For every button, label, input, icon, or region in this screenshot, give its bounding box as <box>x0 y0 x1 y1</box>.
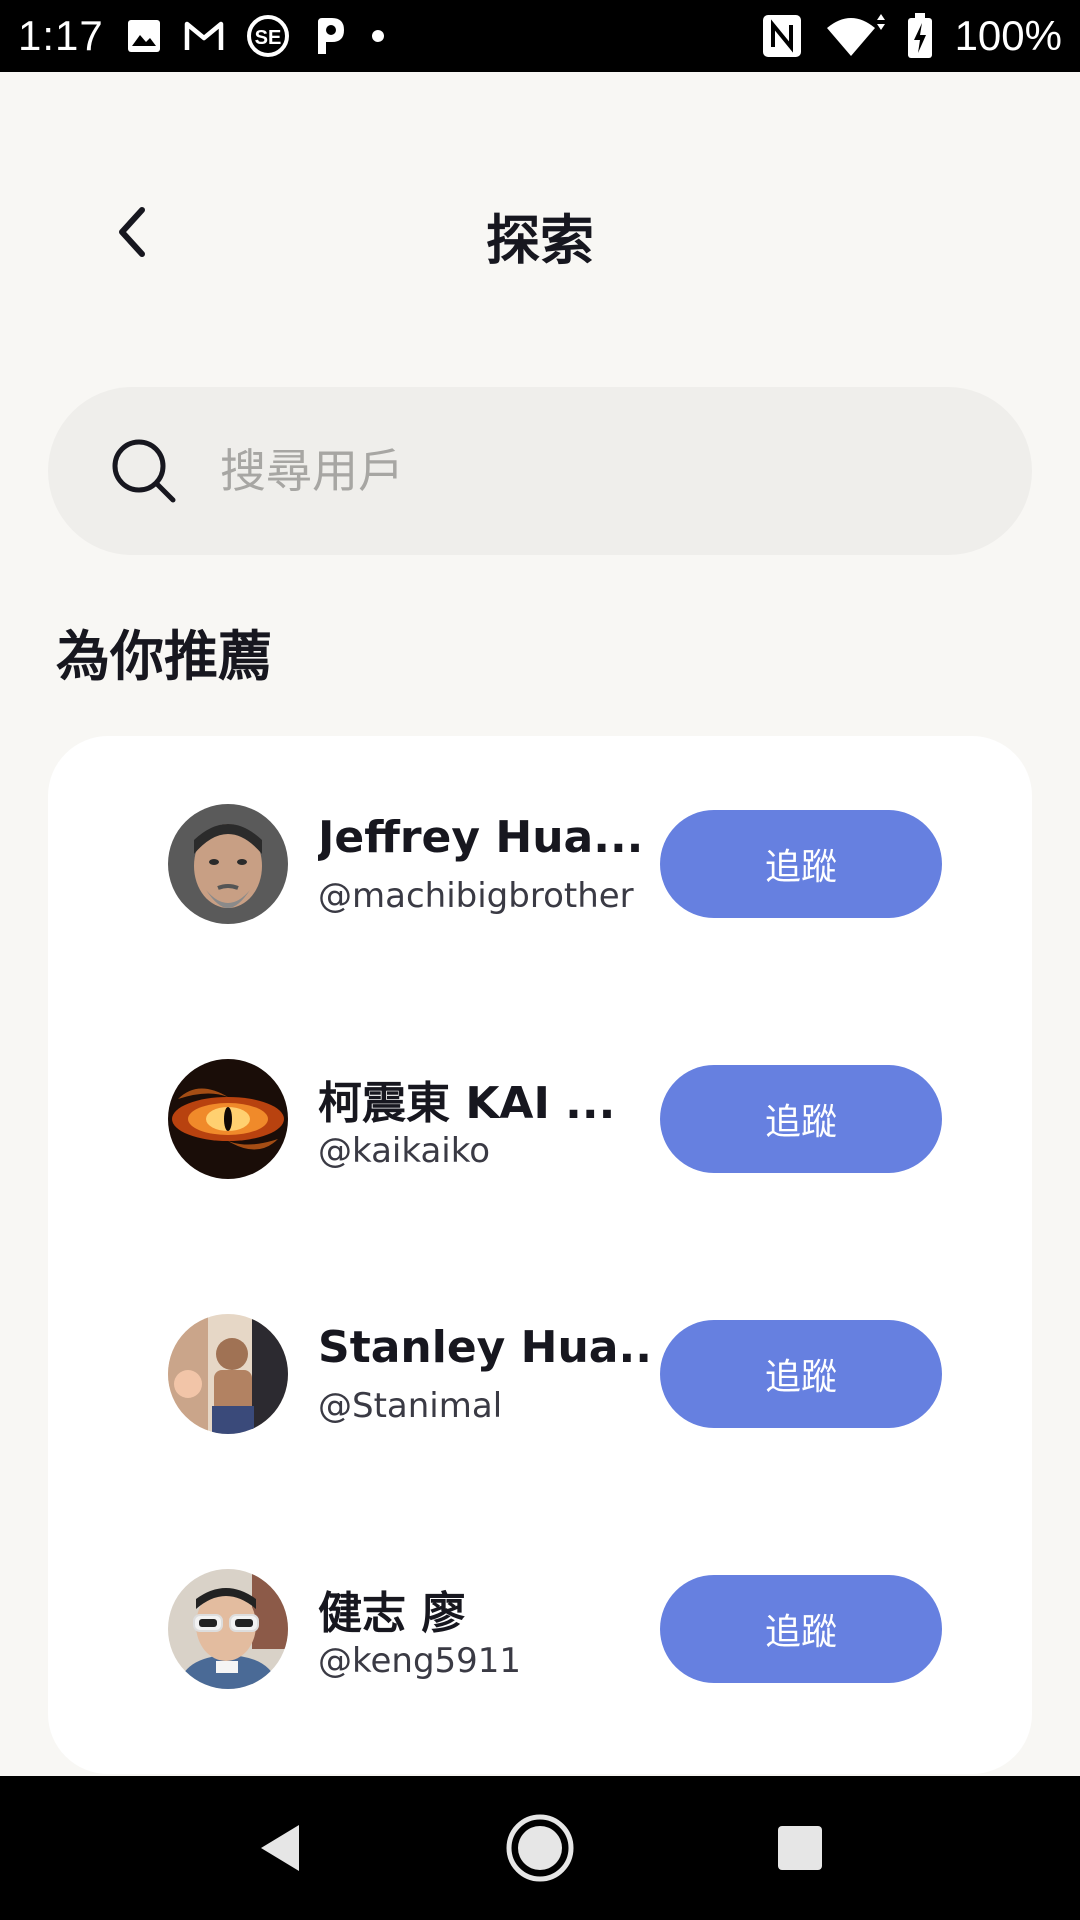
header: 探索 <box>0 150 1080 310</box>
avatar-sunglasses-image <box>168 1569 288 1689</box>
status-bar: 1:17 SE 100% <box>0 0 1080 72</box>
search-icon <box>106 433 182 509</box>
p-icon <box>312 16 348 56</box>
list-item[interactable]: 健志 廖 @keng5911 追蹤 <box>48 1549 1032 1709</box>
user-name: Stanley Hua... <box>318 1322 648 1373</box>
circle-home-icon <box>506 1814 574 1882</box>
sf-icon: SE <box>246 14 290 58</box>
avatar[interactable] <box>168 1314 288 1434</box>
follow-button[interactable]: 追蹤 <box>660 1065 942 1173</box>
nav-back-button[interactable] <box>235 1803 325 1893</box>
follow-button[interactable]: 追蹤 <box>660 1320 942 1428</box>
user-handle: @Stanimal <box>318 1386 503 1426</box>
nav-recents-button[interactable] <box>755 1803 845 1893</box>
search-input[interactable] <box>220 387 1032 555</box>
svg-text:SE: SE <box>254 27 281 49</box>
user-name: Jeffrey Hua... <box>318 812 644 863</box>
follow-button[interactable]: 追蹤 <box>660 1575 942 1683</box>
user-handle: @machibigbrother <box>318 876 634 916</box>
status-time: 1:17 <box>18 12 104 59</box>
wifi-icon <box>825 14 885 58</box>
system-nav-bar <box>0 1776 1080 1920</box>
gmail-icon <box>184 20 224 52</box>
user-name: 柯震東 KAI ... <box>318 1078 616 1129</box>
status-left: 1:17 SE <box>18 12 386 60</box>
user-handle: @keng5911 <box>318 1641 522 1681</box>
list-item[interactable]: Stanley Hua... @Stanimal 追蹤 <box>48 1294 1032 1454</box>
user-handle: @kaikaiko <box>318 1131 491 1171</box>
avatar-photo-child-image <box>168 1314 288 1434</box>
section-title: 為你推薦 <box>56 625 272 688</box>
avatar-fire-eye-image <box>168 1059 288 1179</box>
avatar-man-beard-image <box>168 804 288 924</box>
avatar[interactable] <box>168 1569 288 1689</box>
triangle-back-icon <box>261 1825 299 1871</box>
follow-button[interactable]: 追蹤 <box>660 810 942 918</box>
page-title: 探索 <box>486 209 594 272</box>
battery-icon <box>907 13 933 59</box>
list-item[interactable]: 柯震東 KAI ... @kaikaiko 追蹤 <box>48 1039 1032 1199</box>
search-bar[interactable] <box>48 387 1032 555</box>
dot-icon <box>370 28 386 44</box>
recommendation-card: Jeffrey Hua... @machibigbrother 追蹤 柯震東 K… <box>48 736 1032 1774</box>
square-recents-icon <box>778 1826 822 1870</box>
status-right: 100% <box>761 12 1062 60</box>
image-icon <box>126 18 162 54</box>
nav-home-button[interactable] <box>495 1803 585 1893</box>
nfc-icon <box>761 13 803 59</box>
avatar[interactable] <box>168 804 288 924</box>
list-item[interactable]: Jeffrey Hua... @machibigbrother 追蹤 <box>48 784 1032 944</box>
user-name: 健志 廖 <box>318 1588 466 1639</box>
battery-percentage: 100% <box>954 12 1062 59</box>
avatar[interactable] <box>168 1059 288 1179</box>
